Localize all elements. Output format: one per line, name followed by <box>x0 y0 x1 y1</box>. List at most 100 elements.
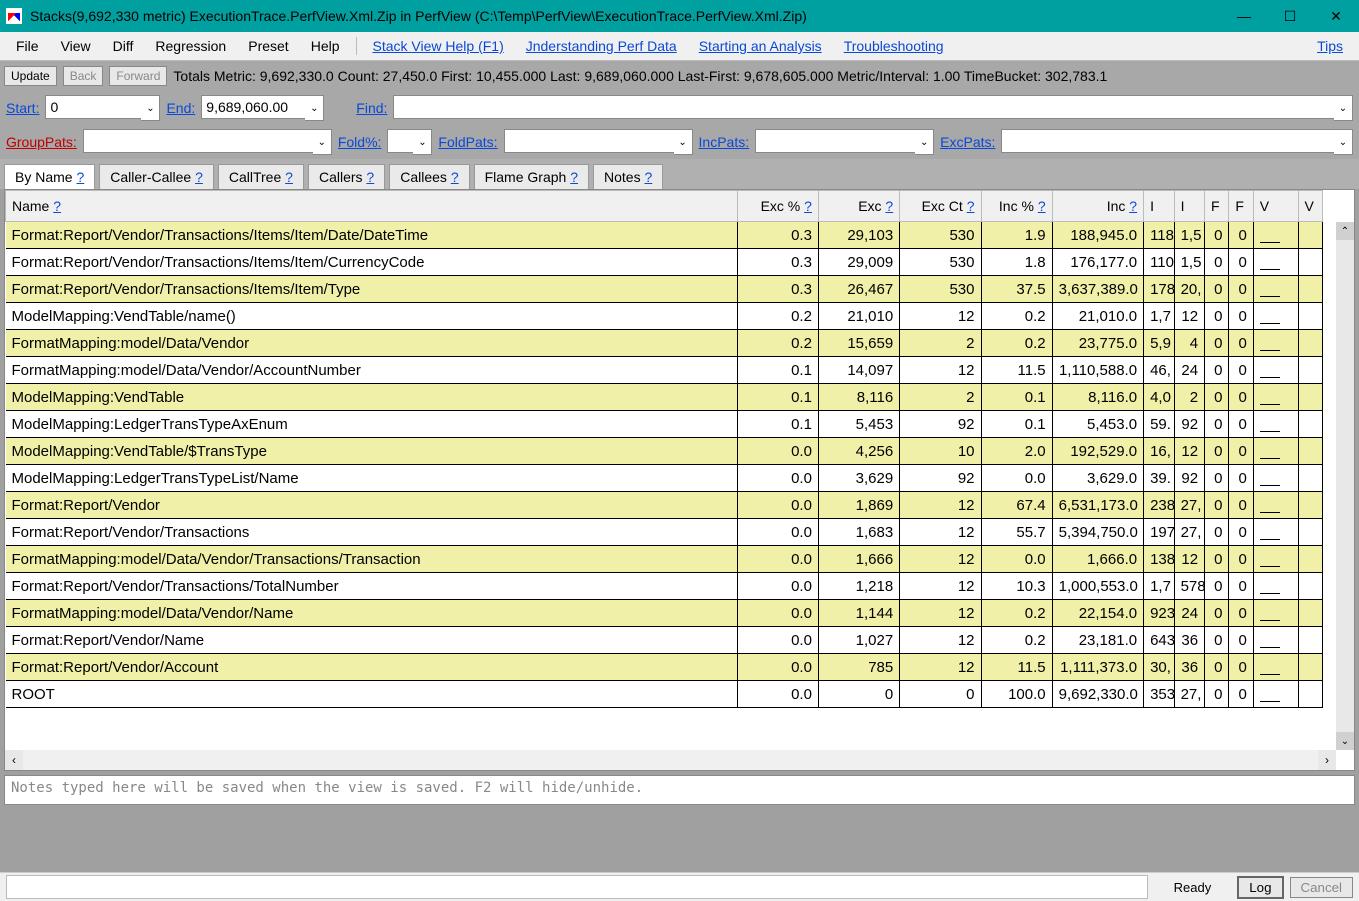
cell-i2[interactable]: 578 <box>1174 573 1204 600</box>
minimize-button[interactable]: — <box>1221 0 1267 32</box>
cell-f2[interactable]: 0 <box>1229 384 1253 411</box>
cell-f1[interactable]: 0 <box>1205 276 1229 303</box>
cell-exc[interactable]: 785 <box>818 654 899 681</box>
cell-f1[interactable]: 0 <box>1205 357 1229 384</box>
cell-name[interactable]: ModelMapping:VendTable <box>6 384 738 411</box>
link-understanding-perf-data[interactable]: Jnderstanding Perf Data <box>516 36 687 56</box>
cell-f1[interactable]: 0 <box>1205 546 1229 573</box>
cell-inc-pct[interactable]: 0.1 <box>981 411 1052 438</box>
status-input[interactable] <box>6 875 1148 899</box>
cell-exc[interactable]: 29,103 <box>818 222 899 249</box>
foldpct-label[interactable]: Fold%: <box>338 134 382 150</box>
cell-name[interactable]: FormatMapping:model/Data/Vendor <box>6 330 738 357</box>
cell-inc-pct[interactable]: 0.2 <box>981 627 1052 654</box>
cell-inc[interactable]: 23,181.0 <box>1052 627 1143 654</box>
cell-exc-ct[interactable]: 530 <box>900 276 981 303</box>
cell-i1[interactable]: 238 <box>1144 492 1174 519</box>
cell-f2[interactable]: 0 <box>1229 465 1253 492</box>
cell-inc-pct[interactable]: 2.0 <box>981 438 1052 465</box>
cell-f2[interactable]: 0 <box>1229 600 1253 627</box>
log-button[interactable]: Log <box>1237 876 1283 899</box>
incpats-dropdown-icon[interactable]: ⌄ <box>915 129 934 155</box>
find-dropdown-icon[interactable]: ⌄ <box>1334 95 1353 121</box>
cell-exc-ct[interactable]: 12 <box>900 519 981 546</box>
menu-file[interactable]: File <box>6 36 49 56</box>
grouppats-dropdown-icon[interactable]: ⌄ <box>313 129 332 155</box>
cancel-button[interactable]: Cancel <box>1290 877 1354 898</box>
cell-exc[interactable]: 1,666 <box>818 546 899 573</box>
cell-name[interactable]: ModelMapping:VendTable/name() <box>6 303 738 330</box>
incpats-label[interactable]: IncPats: <box>699 134 750 150</box>
cell-inc[interactable]: 5,453.0 <box>1052 411 1143 438</box>
cell-exc[interactable]: 1,144 <box>818 600 899 627</box>
cell-inc-pct[interactable]: 1.9 <box>981 222 1052 249</box>
cell-inc[interactable]: 3,629.0 <box>1052 465 1143 492</box>
table-row[interactable]: FormatMapping:model/Data/Vendor/Transact… <box>6 546 1323 573</box>
cell-f1[interactable]: 0 <box>1205 249 1229 276</box>
cell-exc[interactable]: 4,256 <box>818 438 899 465</box>
cell-exc-pct[interactable]: 0.3 <box>737 276 818 303</box>
cell-f1[interactable]: 0 <box>1205 411 1229 438</box>
cell-exc-pct[interactable]: 0.0 <box>737 438 818 465</box>
cell-exc-pct[interactable]: 0.0 <box>737 465 818 492</box>
cell-inc[interactable]: 21,010.0 <box>1052 303 1143 330</box>
cell-inc[interactable]: 1,111,373.0 <box>1052 654 1143 681</box>
cell-i2[interactable]: 92 <box>1174 411 1204 438</box>
cell-i2[interactable]: 27, <box>1174 492 1204 519</box>
cell-inc[interactable]: 6,531,173.0 <box>1052 492 1143 519</box>
cell-f1[interactable]: 0 <box>1205 384 1229 411</box>
back-button[interactable]: Back <box>63 66 104 86</box>
link-starting-analysis[interactable]: Starting an Analysis <box>689 36 832 56</box>
cell-exc-ct[interactable]: 0 <box>900 681 981 708</box>
cell-exc[interactable]: 14,097 <box>818 357 899 384</box>
cell-inc[interactable]: 176,177.0 <box>1052 249 1143 276</box>
tab-callers[interactable]: Callers ? <box>308 164 385 189</box>
cell-f2[interactable]: 0 <box>1229 492 1253 519</box>
cell-name[interactable]: Format:Report/Vendor/Transactions <box>6 519 738 546</box>
scroll-right-icon[interactable]: › <box>1318 750 1336 770</box>
cell-i1[interactable]: 46, <box>1144 357 1174 384</box>
cell-i2[interactable]: 24 <box>1174 357 1204 384</box>
col-v2[interactable]: V <box>1298 191 1323 222</box>
cell-inc[interactable]: 1,000,553.0 <box>1052 573 1143 600</box>
cell-inc[interactable]: 22,154.0 <box>1052 600 1143 627</box>
col-inc[interactable]: Inc ? <box>1052 191 1143 222</box>
cell-i1[interactable]: 5,9 <box>1144 330 1174 357</box>
cell-inc[interactable]: 8,116.0 <box>1052 384 1143 411</box>
cell-exc-pct[interactable]: 0.0 <box>737 654 818 681</box>
cell-i2[interactable]: 27, <box>1174 681 1204 708</box>
table-row[interactable]: ModelMapping:LedgerTransTypeList/Name0.0… <box>6 465 1323 492</box>
scroll-track[interactable] <box>23 750 1318 770</box>
cell-f1[interactable]: 0 <box>1205 654 1229 681</box>
foldpats-input[interactable] <box>504 129 674 153</box>
col-exc[interactable]: Exc ? <box>818 191 899 222</box>
excpats-input[interactable] <box>1001 129 1334 153</box>
cell-exc[interactable]: 1,683 <box>818 519 899 546</box>
cell-f1[interactable]: 0 <box>1205 465 1229 492</box>
incpats-input[interactable] <box>755 129 915 153</box>
cell-exc[interactable]: 5,453 <box>818 411 899 438</box>
cell-exc-ct[interactable]: 92 <box>900 411 981 438</box>
cell-name[interactable]: Format:Report/Vendor/Transactions/TotalN… <box>6 573 738 600</box>
cell-exc-pct[interactable]: 0.0 <box>737 573 818 600</box>
cell-exc-pct[interactable]: 0.0 <box>737 600 818 627</box>
cell-exc-ct[interactable]: 12 <box>900 492 981 519</box>
cell-exc-ct[interactable]: 12 <box>900 546 981 573</box>
cell-f2[interactable]: 0 <box>1229 627 1253 654</box>
cell-exc-ct[interactable]: 12 <box>900 627 981 654</box>
cell-name[interactable]: Format:Report/Vendor/Transactions/Items/… <box>6 222 738 249</box>
link-tips[interactable]: Tips <box>1307 36 1353 56</box>
link-troubleshooting[interactable]: Troubleshooting <box>834 36 954 56</box>
table-row[interactable]: Format:Report/Vendor/Transactions/Items/… <box>6 222 1323 249</box>
cell-name[interactable]: Format:Report/Vendor/Account <box>6 654 738 681</box>
cell-exc-pct[interactable]: 0.2 <box>737 330 818 357</box>
cell-i1[interactable]: 1,7 <box>1144 573 1174 600</box>
table-row[interactable]: Format:Report/Vendor/Transactions/TotalN… <box>6 573 1323 600</box>
cell-i1[interactable]: 110 <box>1144 249 1174 276</box>
cell-f2[interactable]: 0 <box>1229 411 1253 438</box>
cell-i2[interactable]: 4 <box>1174 330 1204 357</box>
notes-box[interactable]: Notes typed here will be saved when the … <box>4 775 1355 805</box>
table-row[interactable]: FormatMapping:model/Data/Vendor0.215,659… <box>6 330 1323 357</box>
menu-help[interactable]: Help <box>301 36 350 56</box>
maximize-button[interactable]: ☐ <box>1267 0 1313 32</box>
